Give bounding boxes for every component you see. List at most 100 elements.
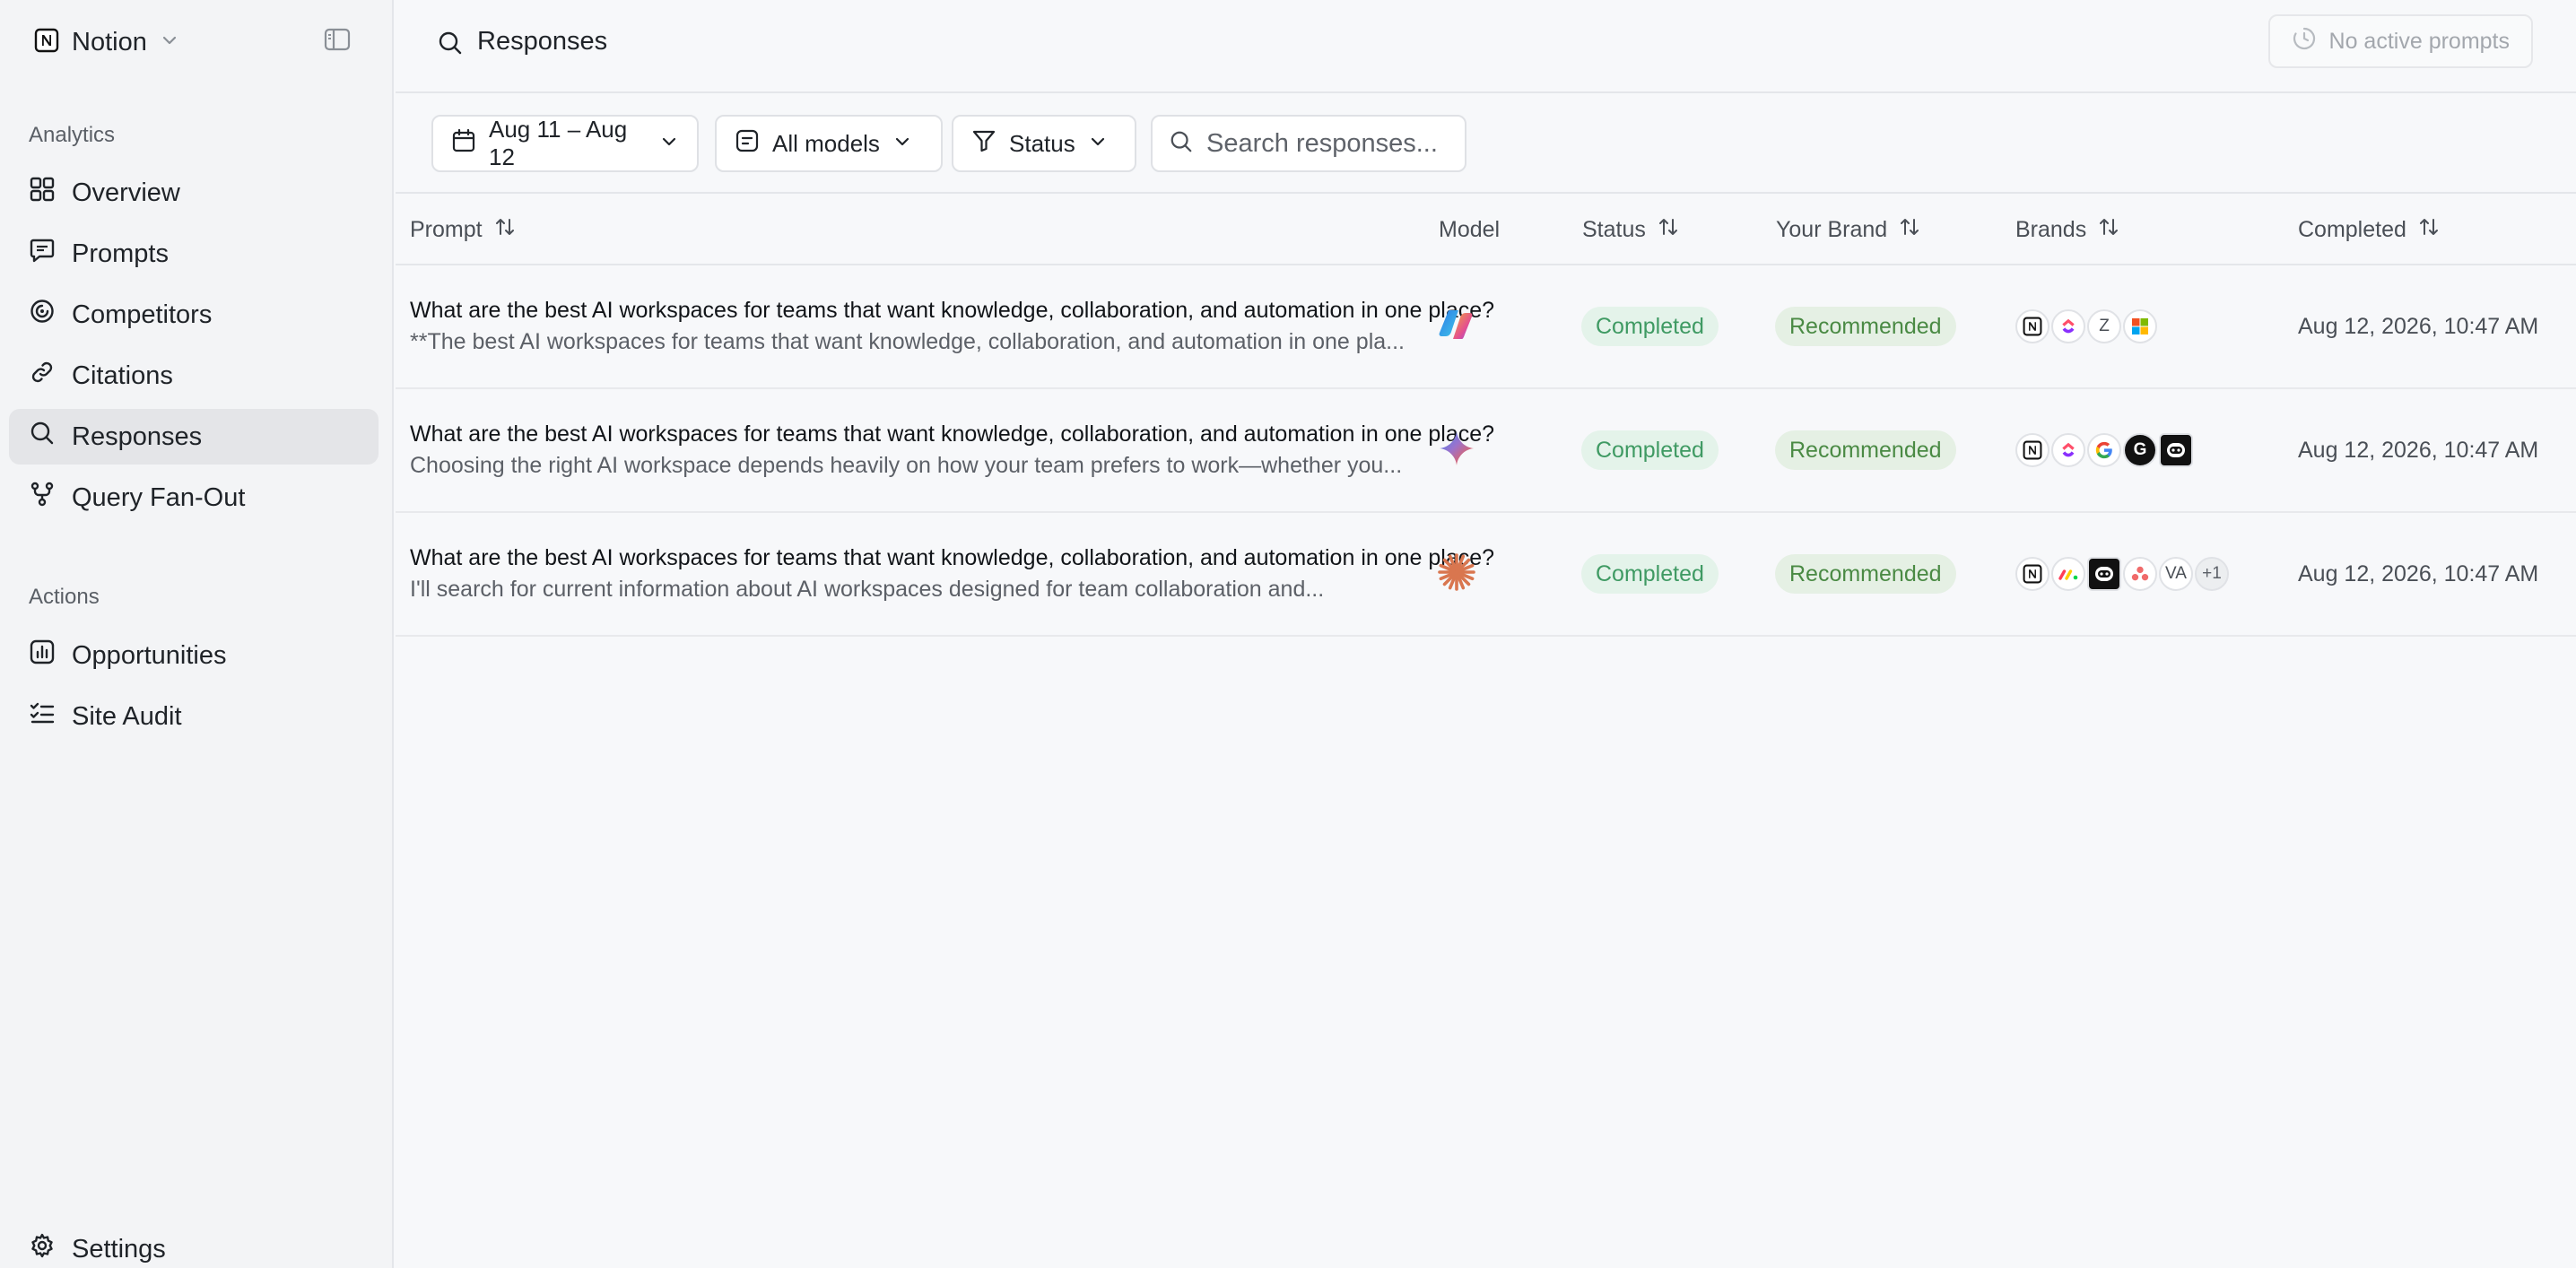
column-title: Status xyxy=(1582,216,1646,242)
clickup-logo-icon xyxy=(2051,433,2085,467)
column-title: Brands xyxy=(2015,216,2087,242)
recommendation-badge: Recommended xyxy=(1775,430,1956,470)
column-header-prompt[interactable]: Prompt xyxy=(410,194,517,265)
google-logo-icon xyxy=(2087,433,2121,467)
grid-icon xyxy=(29,176,56,210)
chat-icon xyxy=(29,237,56,271)
column-header-brands[interactable]: Brands xyxy=(2015,194,2120,265)
column-header-status[interactable]: Status xyxy=(1582,194,1680,265)
table-row[interactable]: What are the best AI workspaces for team… xyxy=(396,513,2576,637)
search-icon xyxy=(29,420,56,454)
response-excerpt: I'll search for current information abou… xyxy=(410,577,1325,602)
workspace-switcher[interactable]: Notion xyxy=(34,23,179,61)
date-range-filter[interactable]: Aug 11 – Aug 12 xyxy=(431,115,699,172)
sidebar-item-label: Site Audit xyxy=(72,701,182,731)
search-icon xyxy=(1169,129,1194,159)
filter-bar: Aug 11 – Aug 12 All models Status xyxy=(396,93,2576,194)
sort-icon xyxy=(1898,215,1921,245)
sidebar-item-label: Citations xyxy=(72,360,173,390)
column-title: Prompt xyxy=(410,216,483,242)
sidebar-item-citations[interactable]: Citations xyxy=(9,348,379,404)
asana-logo-icon xyxy=(2123,557,2157,591)
sidebar-item-opportunities[interactable]: Opportunities xyxy=(9,628,379,683)
sidebar-item-label: Overview xyxy=(72,178,180,207)
status-filter[interactable]: Status xyxy=(952,115,1136,172)
table-header: Prompt Model Status Your Brand Brands Co… xyxy=(396,194,2576,265)
brands-cell: VA +1 xyxy=(2015,513,2229,635)
gemini-icon xyxy=(1437,429,1476,473)
search-icon xyxy=(437,30,464,61)
sort-icon xyxy=(2417,215,2441,245)
sort-icon xyxy=(2097,215,2120,245)
status-filter-label: Status xyxy=(1009,129,1075,157)
sidebar-item-label: Competitors xyxy=(72,300,213,329)
sidebar-item-settings[interactable]: Settings xyxy=(9,1221,379,1268)
checklist-icon xyxy=(29,699,56,734)
target-icon xyxy=(29,298,56,332)
model-cell xyxy=(1437,265,1475,387)
z-logo-icon: Z xyxy=(2087,309,2121,343)
sort-icon xyxy=(1657,215,1680,245)
sidebar-item-site-audit[interactable]: Site Audit xyxy=(9,689,379,744)
response-search-field[interactable] xyxy=(1151,115,1466,172)
sidebar-item-label: Opportunities xyxy=(72,640,227,670)
calendar-icon xyxy=(451,128,476,160)
page-title: Responses xyxy=(477,27,608,56)
clickup-logo-icon xyxy=(2051,309,2085,343)
recommendation-badge: Recommended xyxy=(1775,307,1956,346)
sidebar: Notion Analytics Overview Prompts Compet… xyxy=(0,0,394,1268)
clock-icon xyxy=(2292,26,2317,57)
table-row[interactable]: What are the best AI workspaces for team… xyxy=(396,389,2576,513)
active-prompts-status-button[interactable]: No active prompts xyxy=(2267,14,2533,68)
monday-logo-icon xyxy=(2051,557,2085,591)
model-cell xyxy=(1437,389,1476,511)
chevron-down-icon xyxy=(659,130,679,158)
more-brands-badge[interactable]: +1 xyxy=(2195,557,2229,591)
completed-timestamp: Aug 12, 2026, 10:47 AM xyxy=(2298,313,2539,339)
your-brand-cell: Recommended xyxy=(1775,389,1956,511)
actions-section-label: Actions xyxy=(29,585,100,609)
top-bar: Responses No active prompts xyxy=(396,0,2576,93)
microsoft-logo-icon xyxy=(2123,309,2157,343)
completed-cell: Aug 12, 2026, 10:47 AM xyxy=(2298,265,2538,387)
search-input[interactable] xyxy=(1206,128,1440,159)
your-brand-cell: Recommended xyxy=(1775,513,1956,635)
sidebar-item-prompts[interactable]: Prompts xyxy=(9,226,379,282)
sidebar-item-responses[interactable]: Responses xyxy=(9,409,379,465)
status-cell: Completed xyxy=(1581,265,1719,387)
column-title: Model xyxy=(1439,216,1501,242)
sidebar-item-label: Responses xyxy=(72,421,203,451)
chart-icon xyxy=(29,638,56,673)
copilot-icon xyxy=(1437,306,1475,348)
model-filter[interactable]: All models xyxy=(715,115,943,172)
robot-logo-icon xyxy=(2087,557,2121,591)
workspace-name: Notion xyxy=(72,27,147,56)
sidebar-item-query-fan-out[interactable]: Query Fan-Out xyxy=(9,470,379,525)
chevron-down-icon xyxy=(892,130,912,158)
robot-logo-icon xyxy=(2159,433,2193,467)
brands-cell: Z xyxy=(2015,265,2157,387)
your-brand-cell: Recommended xyxy=(1775,265,1956,387)
date-range-label: Aug 11 – Aug 12 xyxy=(489,116,628,170)
sidebar-item-competitors[interactable]: Competitors xyxy=(9,287,379,343)
g-circle-logo-icon: G xyxy=(2123,433,2157,467)
sidebar-item-label: Prompts xyxy=(72,239,169,268)
model-filter-label: All models xyxy=(772,129,880,157)
status-badge: Completed xyxy=(1581,430,1719,470)
recommendation-badge: Recommended xyxy=(1775,554,1956,594)
column-header-your-brand[interactable]: Your Brand xyxy=(1776,194,1921,265)
column-header-completed[interactable]: Completed xyxy=(2298,194,2441,265)
responses-table: Prompt Model Status Your Brand Brands Co… xyxy=(396,194,2576,637)
active-prompts-status-label: No active prompts xyxy=(2328,28,2510,54)
link-icon xyxy=(29,359,56,393)
status-badge: Completed xyxy=(1581,554,1719,594)
chevron-down-icon xyxy=(160,30,179,55)
sort-icon xyxy=(493,215,517,245)
prompt-text: What are the best AI workspaces for team… xyxy=(410,298,1495,323)
sidebar-item-overview[interactable]: Overview xyxy=(9,165,379,221)
branch-icon xyxy=(29,481,56,515)
table-row[interactable]: What are the best AI workspaces for team… xyxy=(396,265,2576,389)
gear-icon xyxy=(29,1232,56,1266)
sidebar-toggle-button[interactable] xyxy=(323,27,352,56)
response-excerpt: **The best AI workspaces for teams that … xyxy=(410,329,1405,354)
